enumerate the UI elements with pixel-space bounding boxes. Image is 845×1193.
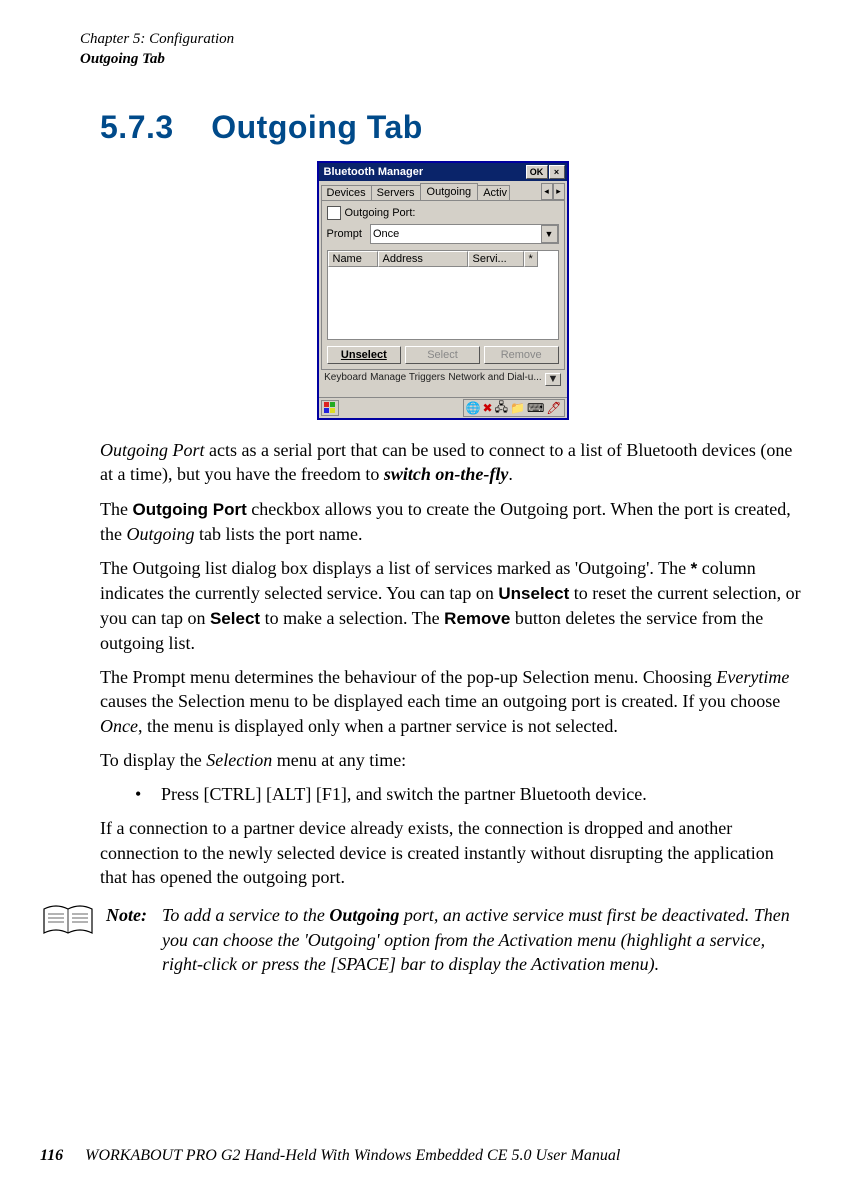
para-1: Outgoing Port acts as a serial port that… <box>100 438 805 487</box>
bg-keyboard-label: Keyboard <box>324 373 367 383</box>
p5-b: Selection <box>206 750 272 770</box>
prompt-label: Prompt <box>327 228 362 240</box>
tab-scroll-left-icon[interactable]: ◂ <box>541 183 553 200</box>
bg-network-label: Network and Dial-u... <box>448 373 541 383</box>
scrollbar-down-icon[interactable]: ▼ <box>545 373 561 386</box>
unselect-button[interactable]: Unselect <box>327 346 402 364</box>
tab-scroll-right-icon[interactable]: ▸ <box>553 183 565 200</box>
para-4: The Prompt menu determines the behaviour… <box>100 665 805 738</box>
note-b: Outgoing <box>329 905 399 925</box>
p2-a: The <box>100 499 132 519</box>
bluetooth-manager-window: Bluetooth Manager OK × Devices Servers O… <box>317 161 569 420</box>
section-number: 5.7.3 <box>100 109 174 145</box>
tray-icon-pen[interactable]: 🖊 <box>546 401 561 415</box>
tray-icon-tools[interactable]: ✖ <box>483 401 493 415</box>
p3-h: Remove <box>444 609 510 628</box>
tray-icon-folder[interactable]: 📁 <box>510 401 525 415</box>
prompt-value: Once <box>373 228 399 240</box>
tray-icon-keyboard[interactable]: ⌨ <box>527 401 544 415</box>
p4-b: Everytime <box>716 667 789 687</box>
p1-term: Outgoing Port <box>100 440 205 460</box>
dropdown-arrow-icon[interactable]: ▼ <box>541 225 558 243</box>
ok-button[interactable]: OK <box>526 165 548 179</box>
tab-panel: Outgoing Port: Prompt Once ▼ Name Addres… <box>321 200 565 370</box>
outgoing-port-label: Outgoing Port: <box>345 207 416 219</box>
page-footer: 116 WORKABOUT PRO G2 Hand-Held With Wind… <box>40 1147 620 1165</box>
bullet-dot-icon: • <box>135 782 141 806</box>
book-icon <box>42 903 98 943</box>
p1-c: switch on-the-fly <box>384 464 509 484</box>
running-head-section: Outgoing Tab <box>80 50 805 70</box>
col-address[interactable]: Address <box>378 251 468 267</box>
note-text: To add a service to the Outgoing port, a… <box>162 903 805 976</box>
body-text: Outgoing Port acts as a serial port that… <box>100 438 805 976</box>
col-star[interactable]: * <box>524 251 538 267</box>
col-name[interactable]: Name <box>328 251 378 267</box>
system-tray[interactable]: 🌐 ✖ 🖧 📁 ⌨ 🖊 <box>463 399 565 417</box>
col-service[interactable]: Servi... <box>468 251 524 267</box>
screenshot-container: Bluetooth Manager OK × Devices Servers O… <box>80 161 805 420</box>
section-heading: 5.7.3 Outgoing Tab <box>100 109 805 146</box>
p3-d: Unselect <box>498 584 569 603</box>
p3-a: The Outgoing list dialog box displays a … <box>100 558 691 578</box>
tab-devices[interactable]: Devices <box>321 185 372 200</box>
bullet-item: • Press [CTRL] [ALT] [F1], and switch th… <box>135 782 805 806</box>
p5-c: menu at any time: <box>272 750 406 770</box>
p2-b: Outgoing Port <box>132 500 246 519</box>
window-title: Bluetooth Manager <box>321 166 525 178</box>
section-title: Outgoing Tab <box>211 109 423 145</box>
tab-strip: Devices Servers Outgoing Activ ◂ ▸ <box>319 181 567 200</box>
desktop-icons-row: Keyboard Manage Triggers Network and Dia… <box>319 372 567 397</box>
tray-icon-net[interactable]: 🖧 <box>495 398 508 419</box>
p4-e: , the menu is displayed only when a part… <box>138 716 618 736</box>
p4-a: The Prompt menu determines the behaviour… <box>100 667 716 687</box>
p1-d: . <box>508 464 513 484</box>
p4-c: causes the Selection menu to be displaye… <box>100 691 780 711</box>
taskbar: 🌐 ✖ 🖧 📁 ⌨ 🖊 <box>319 397 567 418</box>
bg-manage-label: Manage Triggers <box>370 373 445 383</box>
tab-active-partial[interactable]: Activ <box>477 185 510 200</box>
outgoing-list[interactable]: Name Address Servi... * <box>327 250 559 340</box>
note-block: Note: To add a service to the Outgoing p… <box>42 903 805 976</box>
para-2: The Outgoing Port checkbox allows you to… <box>100 497 805 546</box>
p2-d: Outgoing <box>127 524 195 544</box>
running-head-chapter: Chapter 5: Configuration <box>80 30 805 50</box>
tray-icon-globe[interactable]: 🌐 <box>466 401 481 415</box>
para-3: The Outgoing list dialog box displays a … <box>100 556 805 655</box>
outgoing-port-checkbox[interactable] <box>327 206 341 220</box>
prompt-dropdown[interactable]: Once ▼ <box>370 224 559 244</box>
note-a: To add a service to the <box>162 905 329 925</box>
titlebar: Bluetooth Manager OK × <box>319 163 567 181</box>
start-button[interactable] <box>321 400 339 416</box>
page-number: 116 <box>40 1147 63 1164</box>
p4-d: Once <box>100 716 138 736</box>
tab-servers[interactable]: Servers <box>371 185 421 200</box>
bullet-text: Press [CTRL] [ALT] [F1], and switch the … <box>161 782 647 806</box>
close-button[interactable]: × <box>549 165 565 179</box>
remove-button[interactable]: Remove <box>484 346 559 364</box>
para-5: To display the Selection menu at any tim… <box>100 748 805 772</box>
select-button[interactable]: Select <box>405 346 480 364</box>
p5-a: To display the <box>100 750 206 770</box>
note-label: Note: <box>106 903 162 927</box>
footer-title: WORKABOUT PRO G2 Hand-Held With Windows … <box>85 1147 620 1164</box>
p2-e: tab lists the port name. <box>195 524 363 544</box>
p3-f: Select <box>210 609 260 628</box>
para-6: If a connection to a partner device alre… <box>100 816 805 889</box>
tab-outgoing[interactable]: Outgoing <box>420 183 479 200</box>
p3-g: to make a selection. The <box>260 608 444 628</box>
